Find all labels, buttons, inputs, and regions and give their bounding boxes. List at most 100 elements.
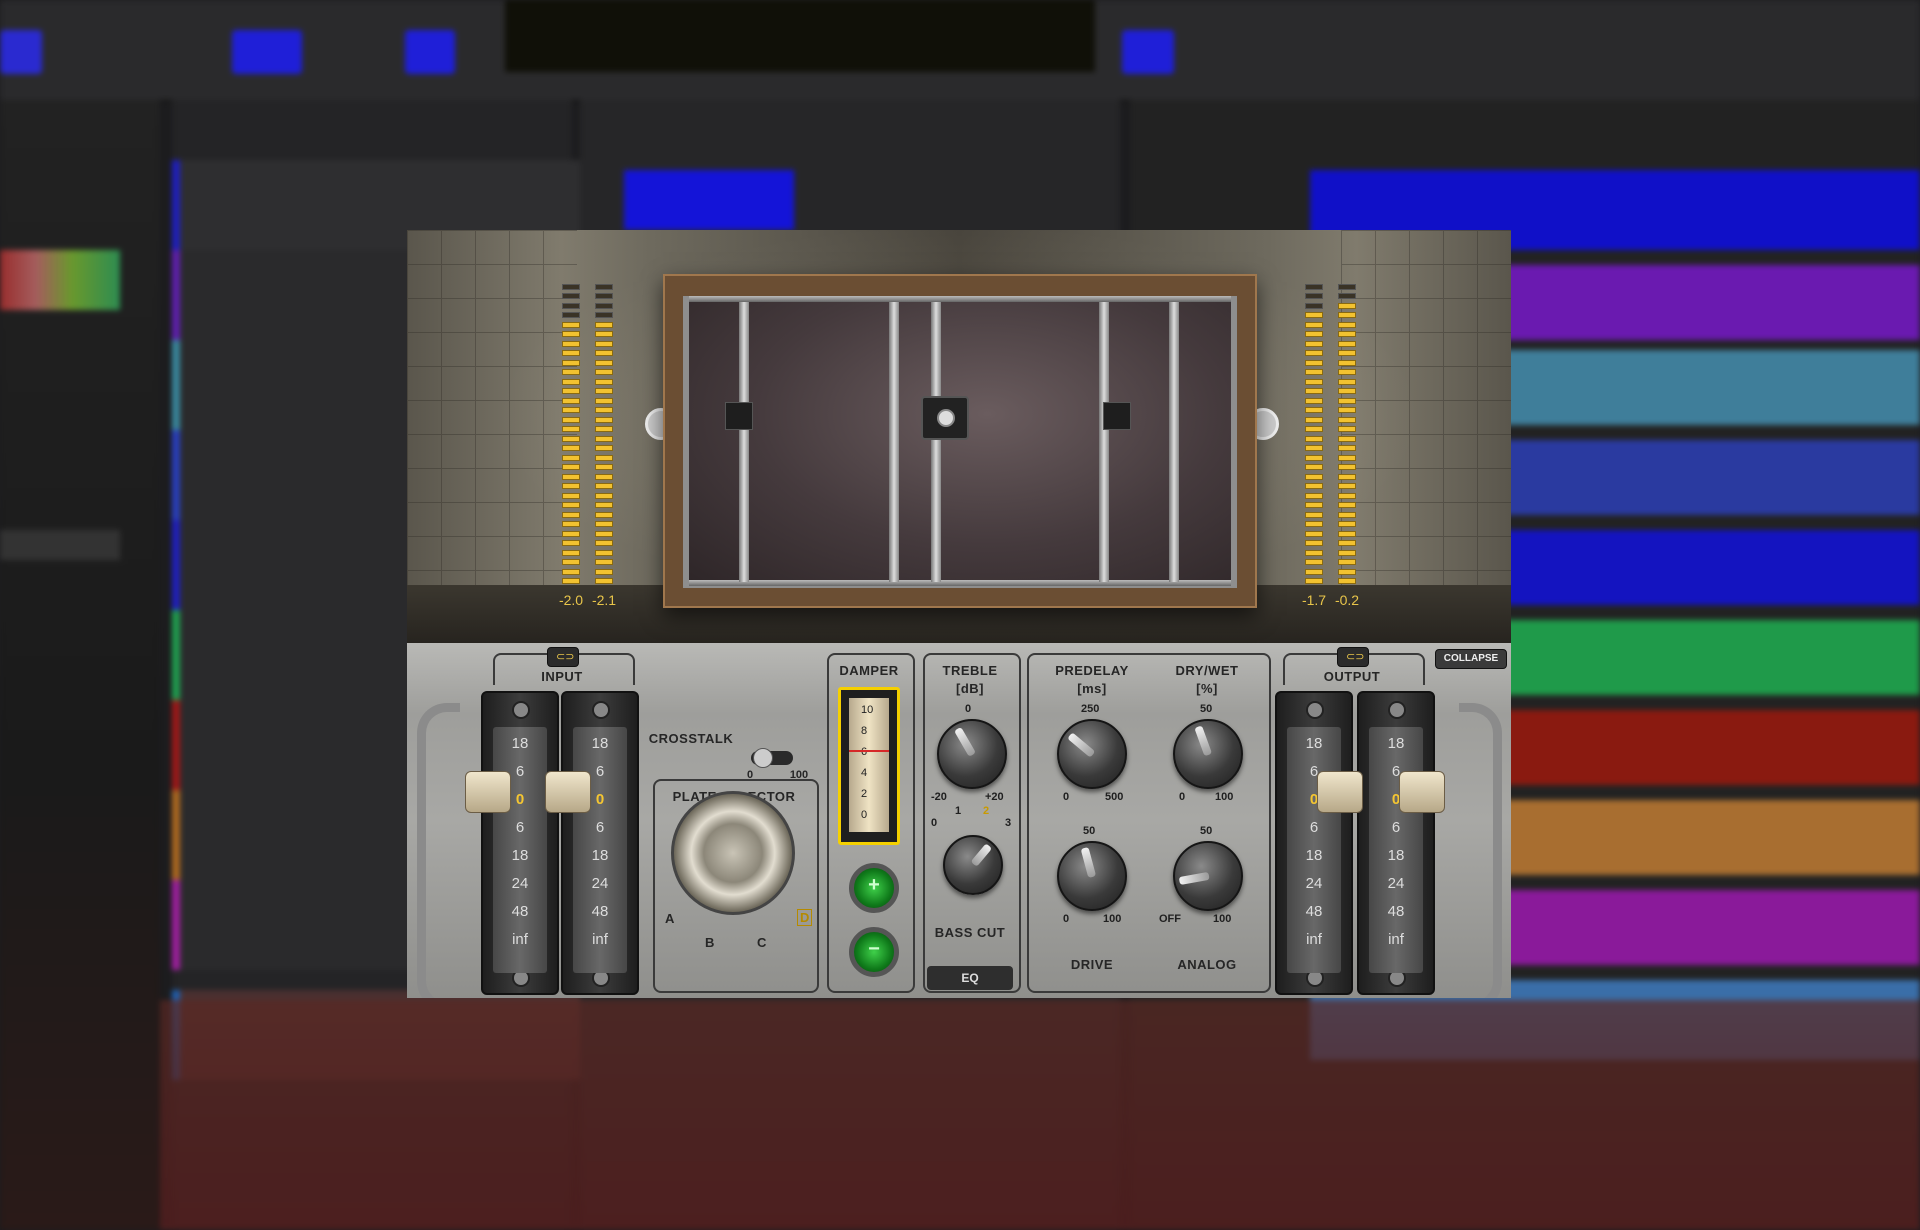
meter-segment: [595, 435, 613, 442]
meter-segment: [595, 293, 613, 299]
meter-segment: [595, 549, 613, 556]
drive-min: 0: [1063, 913, 1070, 925]
input-fader-left-cap[interactable]: [465, 771, 511, 813]
output-fader-left-cap[interactable]: [1317, 771, 1363, 813]
meter-segment: [1305, 540, 1323, 546]
meter-segment: [1338, 492, 1356, 499]
meter-segment: [1338, 321, 1356, 328]
predelay-max: 500: [1105, 791, 1124, 803]
meter-segment: [562, 540, 580, 546]
meter-segment: [1338, 483, 1356, 489]
meter-segment: [1338, 502, 1356, 508]
meter-segment: [1338, 350, 1356, 356]
link-icon: ⊂⊃: [556, 651, 575, 663]
meter-segment: [595, 369, 613, 375]
meter-segment: [1338, 540, 1356, 546]
drive-knob[interactable]: [1057, 841, 1127, 911]
dry-wet-min: 0: [1179, 791, 1186, 803]
meter-segment: [562, 331, 580, 337]
predelay-label: PREDELAY: [1055, 663, 1129, 678]
fader-scale: 18 6 0 6 18 24 48 inf: [1287, 727, 1341, 973]
predelay-knob[interactable]: [1057, 719, 1127, 789]
meter-segment: [1305, 568, 1323, 575]
analog-label: ANALOG: [1177, 957, 1237, 972]
daw-toolbar-button[interactable]: [405, 30, 455, 74]
meter-segment: [1305, 293, 1323, 299]
fader-tick: 24: [511, 875, 529, 892]
plate-option-c[interactable]: C: [757, 935, 766, 950]
bass-cut-tick-2: 2: [983, 805, 990, 817]
drive-max: 100: [1103, 913, 1122, 925]
meter-segment: [1338, 511, 1356, 518]
meter-segment: [562, 350, 580, 356]
fader-tick: 24: [591, 875, 609, 892]
daw-toolbar-button[interactable]: [232, 30, 302, 74]
output-fader-left[interactable]: 18 6 0 6 18 24 48 inf: [1275, 691, 1353, 995]
fader-tick: 24: [1305, 875, 1323, 892]
wall-tiles-left: [407, 230, 577, 643]
daw-toolbar-button[interactable]: [0, 30, 42, 74]
treble-knob[interactable]: [937, 719, 1007, 789]
input-fader-right-cap[interactable]: [545, 771, 591, 813]
meter-segment: [1305, 578, 1323, 584]
plate-option-b[interactable]: B: [705, 935, 714, 950]
output-link-button[interactable]: ⊂⊃: [1337, 647, 1369, 667]
meter-segment: [1305, 483, 1323, 489]
meter-segment: [1305, 445, 1323, 451]
meter-segment: [595, 378, 613, 385]
collapse-button[interactable]: COLLAPSE: [1435, 649, 1507, 669]
fader-tick: 18: [1387, 735, 1405, 752]
bass-cut-knob[interactable]: [943, 835, 1003, 895]
input-fader-left[interactable]: 18 6 0 6 18 24 48 inf: [481, 691, 559, 995]
meter-segment: [1305, 369, 1323, 375]
fader-tick: inf: [1306, 931, 1322, 948]
meter-segment: [595, 416, 613, 423]
damper-label: DAMPER: [839, 663, 899, 678]
meter-segment: [562, 454, 580, 461]
meter-segment: [1338, 331, 1356, 337]
left-handle: [417, 703, 460, 998]
crosstalk-switch-knob[interactable]: [753, 748, 773, 768]
input-fader-right[interactable]: 18 6 0 6 18 24 48 inf: [561, 691, 639, 995]
daw-toolbar-button[interactable]: [1122, 30, 1174, 74]
meter-segment: [562, 530, 580, 537]
meter-segment: [595, 559, 613, 565]
damper-minus-button[interactable]: −: [849, 927, 899, 977]
damper-tick-10: 10: [861, 704, 874, 716]
analog-max: 100: [1213, 913, 1232, 925]
crosstalk-switch[interactable]: [751, 748, 793, 768]
plate-option-a[interactable]: A: [665, 911, 674, 926]
fader-tick: 6: [515, 819, 525, 836]
dry-wet-knob[interactable]: [1173, 719, 1243, 789]
fader-scale: 18 6 0 6 18 24 48 inf: [493, 727, 547, 973]
input-link-button[interactable]: ⊂⊃: [547, 647, 579, 667]
meter-segment: [595, 331, 613, 337]
meter-segment: [562, 464, 580, 470]
meter-segment: [562, 549, 580, 556]
plate-option-d[interactable]: D: [797, 909, 813, 926]
fader-tick: 18: [591, 847, 609, 864]
screw-icon: [512, 701, 530, 719]
fader-tick: 18: [511, 735, 529, 752]
meter-segment: [595, 578, 613, 584]
plate-selector-wheel[interactable]: [671, 791, 795, 915]
meter-segment: [1305, 473, 1323, 480]
fader-tick: 6: [1391, 819, 1401, 836]
meter-segment: [1305, 549, 1323, 556]
meter-segment: [595, 492, 613, 499]
meter-segment: [595, 540, 613, 546]
output-fader-right-cap[interactable]: [1399, 771, 1445, 813]
meter-segment: [1305, 530, 1323, 537]
analog-top-tick: 50: [1200, 825, 1213, 837]
fader-tick: inf: [1388, 931, 1404, 948]
fader-tick: 18: [511, 847, 529, 864]
meter-segment: [595, 283, 613, 290]
predelay-min: 0: [1063, 791, 1070, 803]
analog-knob[interactable]: [1173, 841, 1243, 911]
damper-plus-button[interactable]: +: [849, 863, 899, 913]
treble-min: -20: [931, 791, 947, 803]
meter-segment: [1338, 359, 1356, 366]
output-fader-right[interactable]: 18 6 0 6 18 24 48 inf: [1357, 691, 1435, 995]
damper-meter[interactable]: 10 8 6 4 2 0: [838, 687, 900, 845]
predelay-unit: [ms]: [1077, 681, 1107, 696]
